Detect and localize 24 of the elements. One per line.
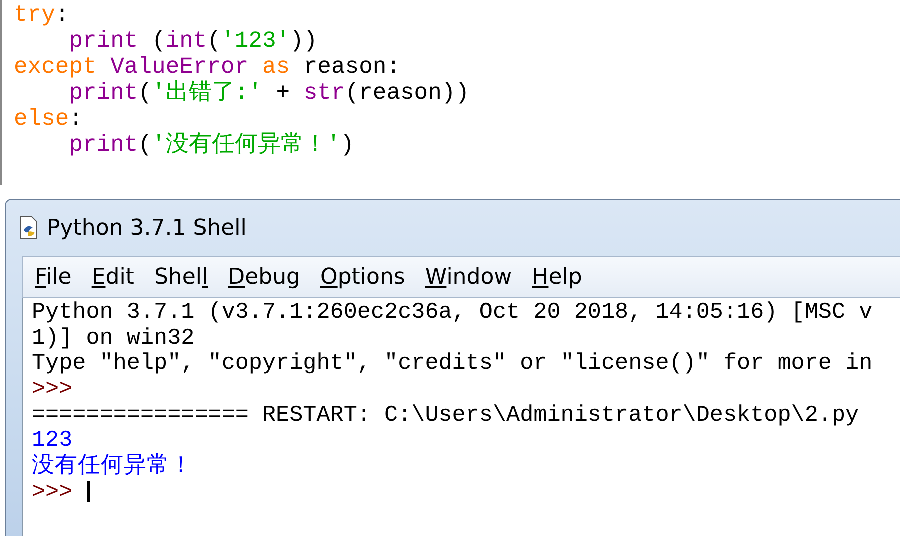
shell-line: Python 3.7.1 (v3.7.1:260ec2c36a, Oct 20 2018, 14:05:16) [MSC v (32, 300, 874, 326)
code-line: except ValueError as reason: (14, 54, 402, 80)
menu-item[interactable]: Edit (86, 264, 144, 290)
window-title: Python 3.7.1 Shell (47, 216, 247, 240)
menu-item[interactable]: Window (419, 264, 522, 290)
code-line: print (int('123')) (68, 28, 319, 54)
shell-output[interactable] (22, 298, 900, 536)
menu-item[interactable]: Debug (222, 264, 310, 290)
shell-line: >>> (32, 377, 74, 403)
shell-line: 123 (32, 428, 74, 454)
code-line: print('出错了:' + str(reason)) (68, 80, 471, 106)
menu-item[interactable]: File (29, 264, 82, 290)
code-line: try: (14, 2, 70, 28)
menu-item[interactable]: Shell (148, 264, 218, 290)
code-line: else: (14, 106, 84, 132)
code-line: print('没有任何异常！') (68, 132, 356, 158)
shell-line: Type "help", "copyright", "credits" or "license()" for more in (32, 351, 874, 378)
shell-line: ================ RESTART: C:\Users\Administrator\Desktop\2.py (32, 402, 860, 428)
shell-line: 没有任何异常！ (32, 454, 194, 480)
menu-item[interactable]: Help (526, 264, 592, 290)
document-icon (19, 216, 39, 240)
shell-line: 1)] on win32 (32, 326, 196, 352)
shell-line: >>> (32, 480, 900, 506)
menu-item[interactable]: Options (314, 264, 416, 290)
